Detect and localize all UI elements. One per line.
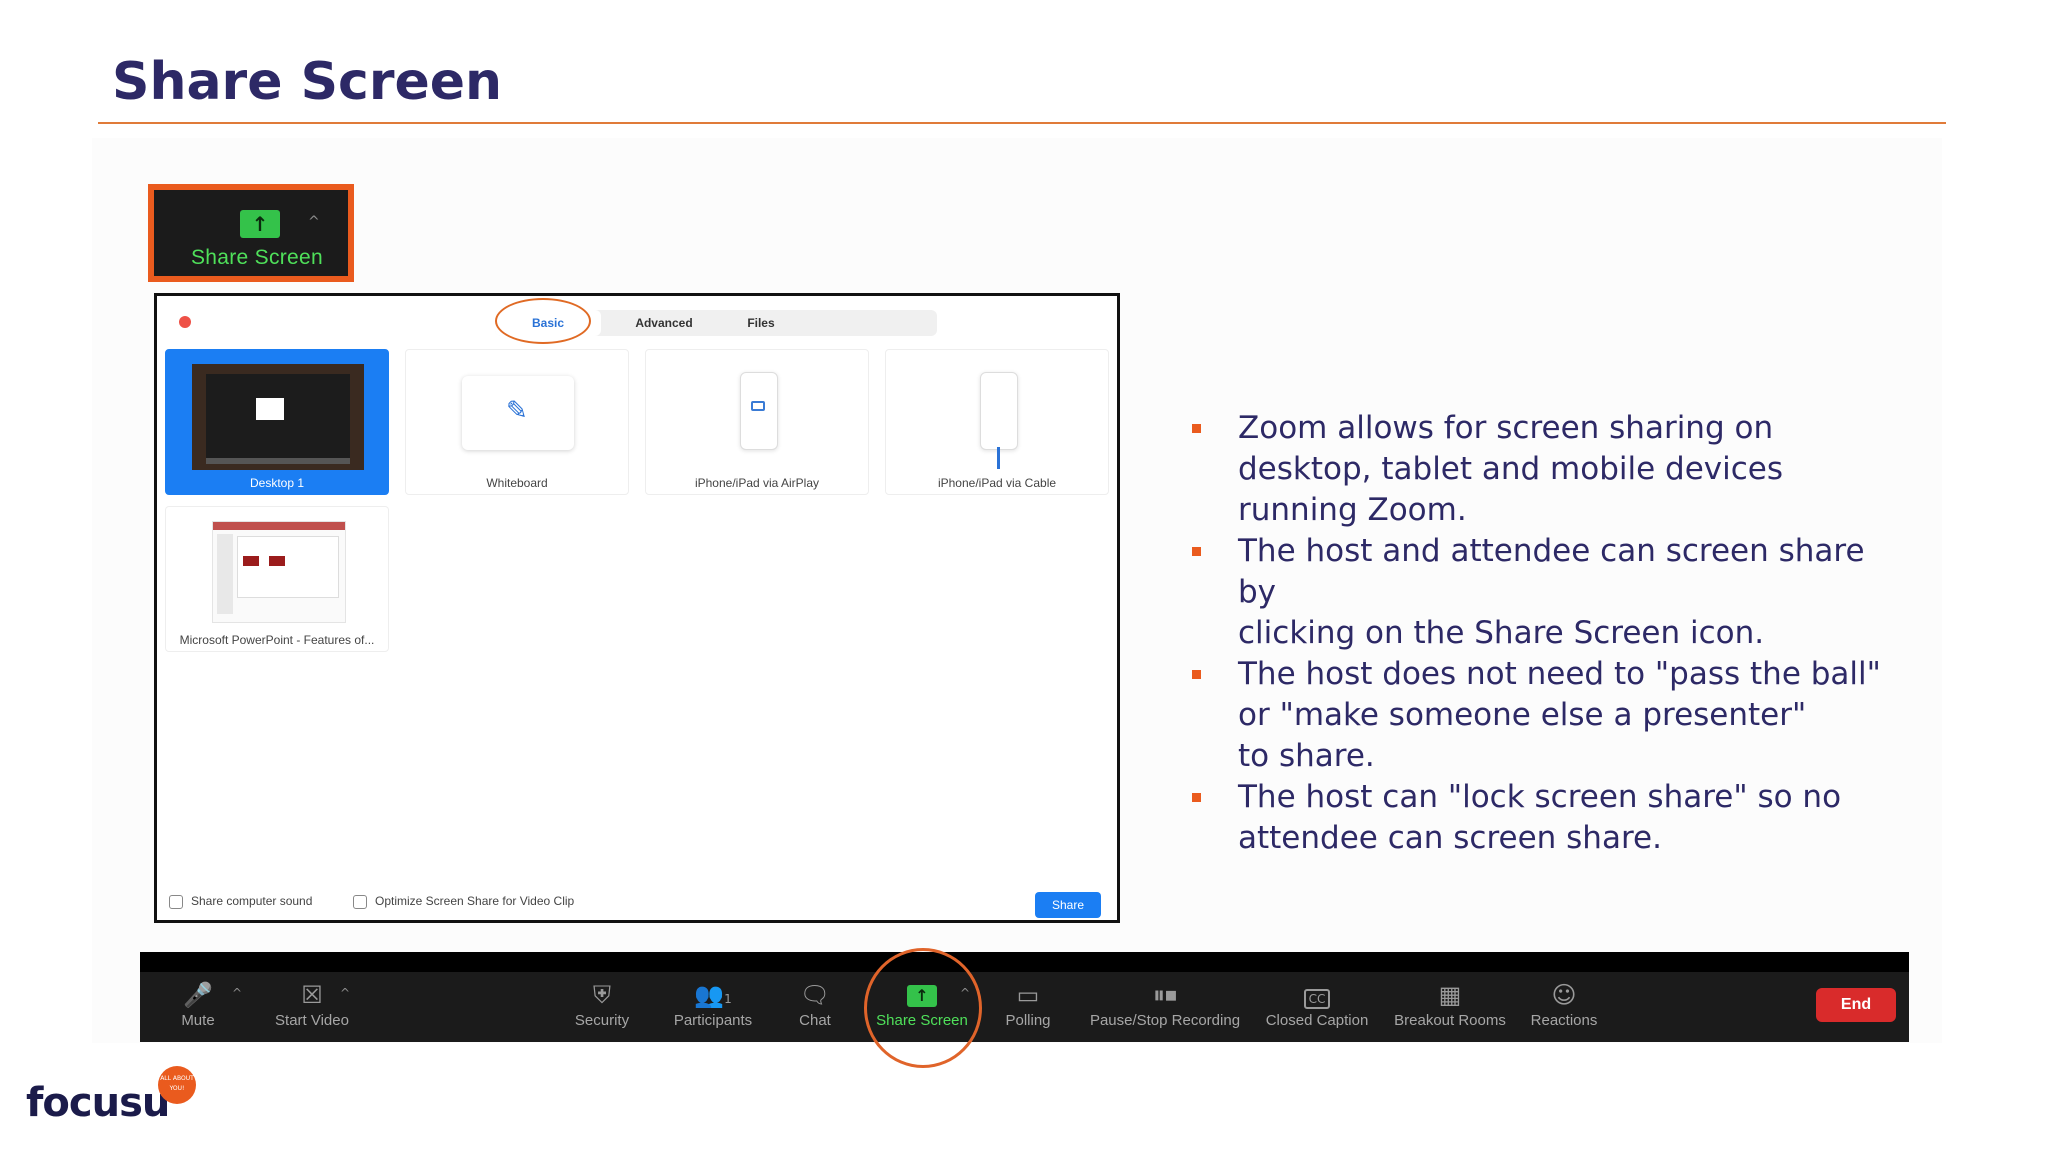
tile-label: Whiteboard	[486, 476, 548, 490]
bullet-text: The host does not need to "pass the ball…	[1238, 656, 1881, 774]
basic-tab-annotation-circle	[495, 298, 591, 344]
tile-label: iPhone/iPad via AirPlay	[694, 476, 820, 490]
participants-count: 1	[724, 992, 732, 1006]
mute-label: Mute	[181, 1012, 215, 1029]
checkbox-optimize-video[interactable]	[353, 894, 367, 909]
optimize-video-label: Optimize Screen Share for Video Clip	[375, 894, 575, 908]
powerpoint-thumbnail	[212, 521, 346, 623]
security-label: Security	[574, 1012, 630, 1029]
cable-icon	[997, 447, 1000, 469]
participants-label: Participants	[673, 1012, 753, 1029]
bullet-square	[1192, 547, 1201, 556]
tab-files[interactable]: Files	[711, 310, 811, 336]
toolbar-top-strip	[140, 952, 1909, 972]
video-options-caret[interactable]: ^	[340, 986, 350, 1000]
share-screen-button-zoom[interactable]: ↑ ^ Share Screen	[154, 190, 348, 276]
security-button[interactable]: ⛨ Security	[572, 980, 632, 1042]
microphone-icon: 🎤	[183, 981, 213, 1009]
share-dialog: Basic Advanced Files Desktop 1 ✎ Whitebo…	[154, 293, 1120, 923]
reactions-label: Reactions	[1530, 1012, 1598, 1029]
chat-label: Chat	[799, 1012, 831, 1029]
polling-button[interactable]: ▭ Polling	[1002, 980, 1054, 1042]
pause-stop-recording-button[interactable]: ⏸⏹ Pause/Stop Recording	[1088, 980, 1242, 1042]
bullet-text: The host and attendee can screen share b…	[1238, 533, 1865, 651]
share-button[interactable]: Share	[1035, 892, 1101, 918]
share-screen-label: Share Screen	[190, 246, 323, 269]
bullet-square	[1192, 424, 1201, 433]
tile-iphone-cable[interactable]: iPhone/iPad via Cable	[885, 349, 1109, 495]
checkbox-share-sound[interactable]	[169, 894, 183, 909]
breakout-rooms-icon: ▦	[1438, 981, 1462, 1009]
closed-caption-label: Closed Caption	[1265, 1012, 1369, 1029]
bullet-list: Zoom allows for screen sharing on deskto…	[1190, 408, 1910, 859]
tile-desktop-1[interactable]: Desktop 1	[165, 349, 389, 495]
bullet-text: Zoom allows for screen sharing on deskto…	[1238, 410, 1784, 528]
tile-iphone-airplay[interactable]: iPhone/iPad via AirPlay	[645, 349, 869, 495]
bullet-item: Zoom allows for screen sharing on deskto…	[1190, 408, 1910, 531]
focusu-logo: focusu ALL ABOUT YOU!	[26, 1066, 196, 1126]
bullet-text: The host can "lock screen share" so no a…	[1238, 779, 1842, 856]
desktop-thumbnail	[192, 364, 364, 470]
mute-button[interactable]: 🎤 Mute	[170, 980, 226, 1042]
breakout-rooms-button[interactable]: ▦ Breakout Rooms	[1392, 980, 1508, 1042]
meeting-toolbar: 🎤 Mute ^ ☒ Start Video ^ ⛨ Security 👥1 P…	[140, 952, 1909, 1042]
bullet-item: The host and attendee can screen share b…	[1190, 531, 1910, 654]
start-video-label: Start Video	[275, 1012, 349, 1029]
share-screen-highlight: ↑ ^ Share Screen	[148, 184, 354, 282]
logo-text: focusu	[26, 1080, 170, 1126]
close-window-dot[interactable]	[179, 316, 191, 328]
shield-icon: ⛨	[593, 981, 611, 1009]
share-sound-option[interactable]: Share computer sound	[169, 894, 312, 909]
tile-label: iPhone/iPad via Cable	[937, 476, 1057, 490]
share-screen-annotation-circle	[864, 948, 982, 1068]
airplay-icon	[751, 401, 765, 411]
polling-label: Polling	[1005, 1012, 1051, 1029]
share-sound-label: Share computer sound	[191, 894, 313, 908]
polling-icon: ▭	[1016, 981, 1040, 1009]
slide-title: Share Screen	[112, 52, 503, 112]
whiteboard-card: ✎	[462, 376, 574, 450]
tab-advanced[interactable]: Advanced	[613, 310, 715, 336]
phone-icon	[740, 372, 778, 450]
pause-stop-icon: ⏸⏹	[1153, 981, 1177, 1009]
caret-up-icon[interactable]: ^	[308, 214, 320, 230]
breakout-rooms-label: Breakout Rooms	[1394, 1012, 1506, 1029]
participants-icon: 👥1	[694, 981, 732, 1009]
optimize-video-option[interactable]: Optimize Screen Share for Video Clip	[353, 894, 574, 909]
up-arrow-icon: ↑	[240, 210, 280, 238]
cc-icon: CC	[1262, 980, 1372, 1010]
pause-stop-label: Pause/Stop Recording	[1089, 1012, 1241, 1029]
title-divider	[98, 122, 1946, 124]
tile-label: Microsoft PowerPoint - Features of...	[179, 633, 375, 647]
closed-caption-button[interactable]: CC Closed Caption	[1262, 980, 1372, 1042]
participants-button[interactable]: 👥1 Participants	[668, 980, 758, 1042]
end-meeting-button[interactable]: End	[1816, 988, 1896, 1022]
logo-badge: ALL ABOUT YOU!	[158, 1066, 196, 1104]
tile-label: Desktop 1	[249, 476, 305, 490]
chat-button[interactable]: 🗨 Chat	[790, 980, 840, 1042]
tile-whiteboard[interactable]: ✎ Whiteboard	[405, 349, 629, 495]
bullet-item: The host does not need to "pass the ball…	[1190, 654, 1910, 777]
phone-icon	[980, 372, 1018, 469]
mute-options-caret[interactable]: ^	[232, 986, 242, 1000]
bullet-square	[1192, 793, 1201, 802]
pencil-icon: ✎	[506, 396, 528, 426]
reactions-button[interactable]: ☺ Reactions	[1526, 980, 1602, 1042]
reactions-icon: ☺	[1551, 981, 1577, 1009]
chat-icon: 🗨	[799, 981, 831, 1009]
bullet-square	[1192, 670, 1201, 679]
tile-powerpoint[interactable]: Microsoft PowerPoint - Features of...	[165, 506, 389, 652]
bullet-item: The host can "lock screen share" so no a…	[1190, 777, 1910, 859]
